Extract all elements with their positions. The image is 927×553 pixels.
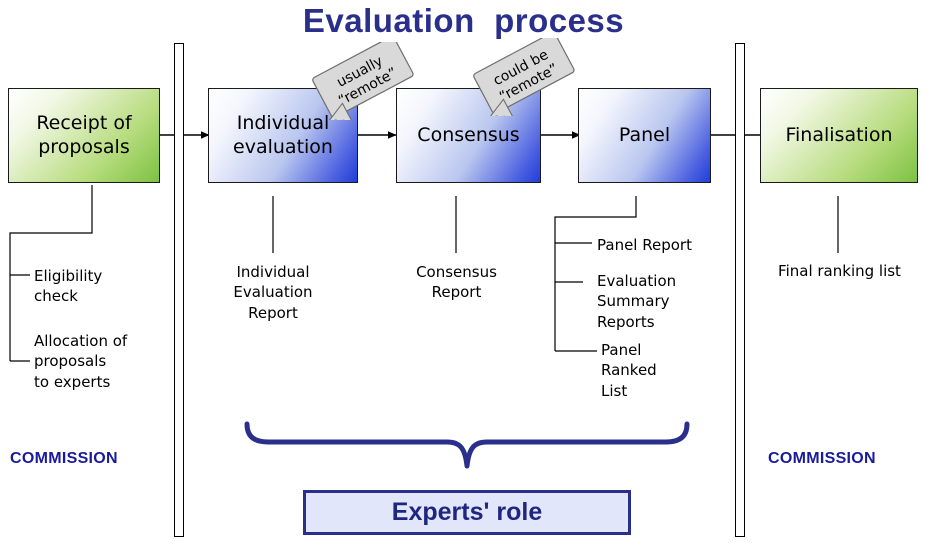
page-title: Evaluation process (302, 2, 625, 39)
output-consensus-report: Consensus Report (416, 263, 497, 302)
experts-brace (244, 421, 690, 469)
stage-finalisation[interactable]: Finalisation (760, 88, 918, 183)
callout-usually-remote: usually “remote” (305, 36, 415, 133)
separator-right (735, 43, 745, 537)
stage-panel[interactable]: Panel (578, 88, 711, 183)
separator-left (174, 43, 184, 537)
output-evaluation-summary-reports: Evaluation Summary Reports (597, 272, 677, 331)
output-final-ranking-list: Final ranking list (778, 262, 901, 280)
output-individual-evaluation-report: Individual Evaluation Report (233, 263, 313, 322)
stage-receipt-of-proposals[interactable]: Receipt of proposals (8, 88, 160, 183)
actor-label-right-commission: COMMISSION (768, 450, 876, 467)
output-eligibility-check: Eligibility check (34, 267, 103, 306)
output-allocation-of-proposals: Allocation of proposals to experts (34, 332, 128, 391)
output-panel-ranked-list: Panel Ranked List (601, 341, 657, 400)
diagram-canvas: Evaluation process Receipt of proposals … (0, 0, 927, 553)
callout-could-be-remote: could be “remote” (466, 32, 576, 129)
callout-could-be-remote-label: could be “remote” (490, 47, 561, 106)
actor-label-left-commission: COMMISSION (10, 450, 118, 467)
output-panel-report: Panel Report (597, 236, 692, 254)
callout-usually-remote-label: usually “remote” (334, 53, 400, 110)
experts-role-box[interactable]: Experts' role (303, 490, 631, 535)
